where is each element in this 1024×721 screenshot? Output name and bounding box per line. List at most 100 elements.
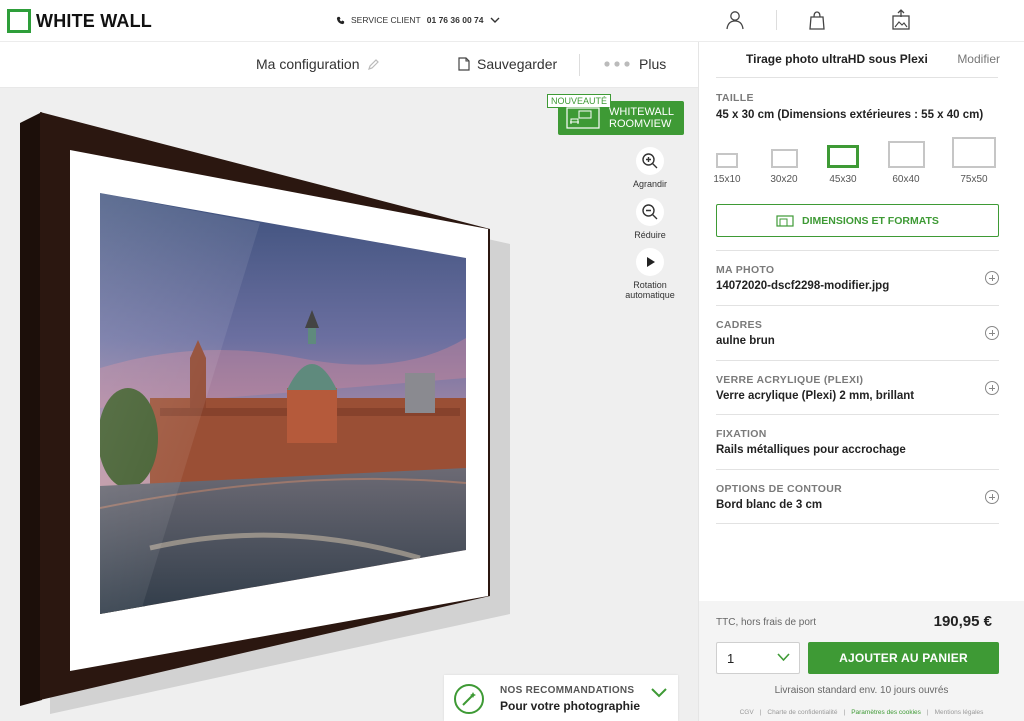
size-value: 45 x 30 cm (Dimensions extérieures : 55 … bbox=[716, 109, 984, 121]
roomview-line-1: WHITEWALL bbox=[609, 106, 674, 118]
recommendations-title: NOS RECOMMANDATIONS bbox=[500, 685, 635, 696]
more-button[interactable]: Plus bbox=[604, 56, 666, 72]
size-thumbnail bbox=[827, 145, 859, 168]
quantity-value: 1 bbox=[727, 651, 735, 666]
save-button[interactable]: Sauvegarder bbox=[458, 56, 557, 72]
whitewall-logo[interactable]: WHITE WALL bbox=[7, 9, 152, 33]
auto-rotate-button[interactable]: Rotation automatique bbox=[623, 248, 677, 300]
option-my-photo[interactable]: MA PHOTO 14072020-dscf2298-modifier.jpg bbox=[716, 250, 999, 305]
footer-link-legal[interactable]: Mentions légales bbox=[935, 709, 984, 716]
expand-plus-icon[interactable] bbox=[985, 490, 999, 504]
footer-separator: | bbox=[926, 709, 929, 716]
zoom-out-icon bbox=[636, 198, 664, 226]
delivery-info: Livraison standard env. 10 jours ouvrés bbox=[774, 685, 949, 696]
modify-link[interactable]: Modifier bbox=[957, 52, 1000, 66]
roomview-button[interactable]: NOUVEAUTÉ WHITEWALL ROOMVIEW bbox=[547, 94, 684, 135]
save-label: Sauvegarder bbox=[477, 56, 558, 72]
option-frames[interactable]: CADRES aulne brun bbox=[716, 305, 999, 360]
new-badge: NOUVEAUTÉ bbox=[547, 94, 612, 108]
play-icon bbox=[636, 248, 664, 276]
expand-plus-icon[interactable] bbox=[985, 326, 999, 340]
price-note: TTC, hors frais de port bbox=[716, 617, 817, 628]
dimensions-icon bbox=[776, 214, 794, 227]
add-to-cart-button[interactable]: AJOUTER AU PANIER bbox=[808, 642, 999, 674]
account-icon[interactable] bbox=[724, 9, 746, 31]
customer-service-menu[interactable]: SERVICE CLIENT 01 76 36 00 74 bbox=[336, 15, 500, 25]
more-label: Plus bbox=[639, 56, 667, 72]
dimensions-formats-label: DIMENSIONS ET FORMATS bbox=[802, 214, 939, 227]
size-thumbnail bbox=[770, 149, 798, 168]
size-option-15x10[interactable]: 15x10 bbox=[713, 153, 741, 185]
product-name: Tirage photo ultraHD sous Plexi bbox=[746, 52, 928, 66]
zoom-in-button[interactable]: Agrandir bbox=[623, 147, 677, 189]
recommendations-panel[interactable]: NOS RECOMMANDATIONS Pour votre photograp… bbox=[444, 675, 678, 721]
size-option-label: 60x40 bbox=[892, 174, 920, 185]
top-header: WHITE WALL SERVICE CLIENT 01 76 36 00 74 bbox=[0, 0, 1024, 42]
size-thumbnail bbox=[952, 137, 996, 168]
configuration-toolbar: Ma configuration Sauvegarder Plus bbox=[0, 42, 698, 88]
size-option-label: 75x50 bbox=[960, 174, 988, 185]
configuration-panel: Tirage photo ultraHD sous Plexi Modifier… bbox=[698, 42, 1024, 721]
option-value: Bord blanc de 3 cm bbox=[716, 499, 823, 511]
option-value: 14072020-dscf2298-modifier.jpg bbox=[716, 280, 890, 292]
my-configuration-button[interactable]: Ma configuration bbox=[256, 56, 380, 72]
my-configuration-label: Ma configuration bbox=[256, 56, 360, 72]
options-divider bbox=[716, 523, 999, 524]
footer-link-privacy[interactable]: Charte de confidentialité bbox=[767, 709, 837, 716]
quantity-select[interactable]: 1 bbox=[716, 642, 800, 674]
dimensions-formats-button[interactable]: DIMENSIONS ET FORMATS bbox=[716, 204, 999, 237]
toolbar-divider bbox=[579, 54, 580, 76]
product-preview[interactable]: NOUVEAUTÉ WHITEWALL ROOMVIEW Agrandir Ré… bbox=[0, 88, 698, 721]
phone-icon bbox=[336, 16, 345, 24]
roomview-icon bbox=[566, 107, 600, 129]
size-thumbnail bbox=[887, 141, 925, 168]
footer-link-cgv[interactable]: CGV bbox=[740, 709, 754, 716]
size-options: 15x10 30x20 45x30 60x40 75x50 bbox=[713, 137, 1003, 187]
size-option-label: 15x10 bbox=[713, 174, 741, 185]
auto-rotate-label-2: automatique bbox=[625, 290, 675, 300]
size-option-75x50[interactable]: 75x50 bbox=[951, 137, 997, 185]
footer-links: CGV | Charte de confidentialité | Paramè… bbox=[699, 709, 1024, 716]
size-option-30x20[interactable]: 30x20 bbox=[769, 149, 799, 185]
option-label: MA PHOTO bbox=[716, 264, 775, 276]
option-mounting: FIXATION Rails métalliques pour accrocha… bbox=[716, 414, 999, 469]
zoom-out-label: Réduire bbox=[634, 230, 666, 240]
expand-plus-icon[interactable] bbox=[985, 381, 999, 395]
size-option-45x30[interactable]: 45x30 bbox=[825, 145, 861, 185]
upload-image-icon[interactable] bbox=[890, 9, 912, 31]
document-icon bbox=[458, 57, 470, 71]
size-option-label: 30x20 bbox=[770, 174, 798, 185]
footer-separator: | bbox=[759, 709, 762, 716]
option-value: Rails métalliques pour accrochage bbox=[716, 444, 906, 456]
recommendations-subtitle: Pour votre photographie bbox=[500, 699, 641, 713]
zoom-in-icon bbox=[636, 147, 664, 175]
option-label: VERRE ACRYLIQUE (PLEXI) bbox=[716, 374, 864, 386]
option-label: OPTIONS DE CONTOUR bbox=[716, 483, 842, 495]
option-label: FIXATION bbox=[716, 428, 767, 440]
service-label: SERVICE CLIENT bbox=[351, 15, 421, 25]
framed-photo-preview bbox=[20, 112, 510, 714]
option-value: aulne brun bbox=[716, 335, 775, 347]
price-value: 190,95 € bbox=[933, 613, 992, 630]
size-option-label: 45x30 bbox=[829, 174, 857, 185]
size-option-60x40[interactable]: 60x40 bbox=[886, 141, 926, 185]
chevron-down-icon bbox=[651, 688, 667, 698]
roomview-line-2: ROOMVIEW bbox=[609, 118, 672, 130]
footer-link-cookies[interactable]: Paramètres des cookies bbox=[851, 709, 921, 716]
option-acrylic-glass[interactable]: VERRE ACRYLIQUE (PLEXI) Verre acrylique … bbox=[716, 360, 999, 414]
shopping-bag-icon[interactable] bbox=[806, 9, 828, 31]
product-header: Tirage photo ultraHD sous Plexi Modifier bbox=[716, 42, 1000, 78]
option-label: CADRES bbox=[716, 319, 763, 331]
option-border[interactable]: OPTIONS DE CONTOUR Bord blanc de 3 cm bbox=[716, 469, 999, 523]
frame-side bbox=[20, 112, 42, 706]
option-value: Verre acrylique (Plexi) 2 mm, brillant bbox=[716, 390, 915, 402]
chevron-down-icon bbox=[777, 653, 790, 662]
zoom-out-button[interactable]: Réduire bbox=[623, 198, 677, 240]
logo-text: WHITE WALL bbox=[36, 10, 152, 31]
chevron-down-icon bbox=[490, 17, 499, 23]
footer-separator: | bbox=[843, 709, 846, 716]
service-phone: 01 76 36 00 74 bbox=[426, 15, 484, 25]
expand-plus-icon[interactable] bbox=[985, 271, 999, 285]
price-bar: TTC, hors frais de port 190,95 € 1 AJOUT… bbox=[699, 601, 1024, 721]
more-dots-icon bbox=[604, 61, 630, 67]
